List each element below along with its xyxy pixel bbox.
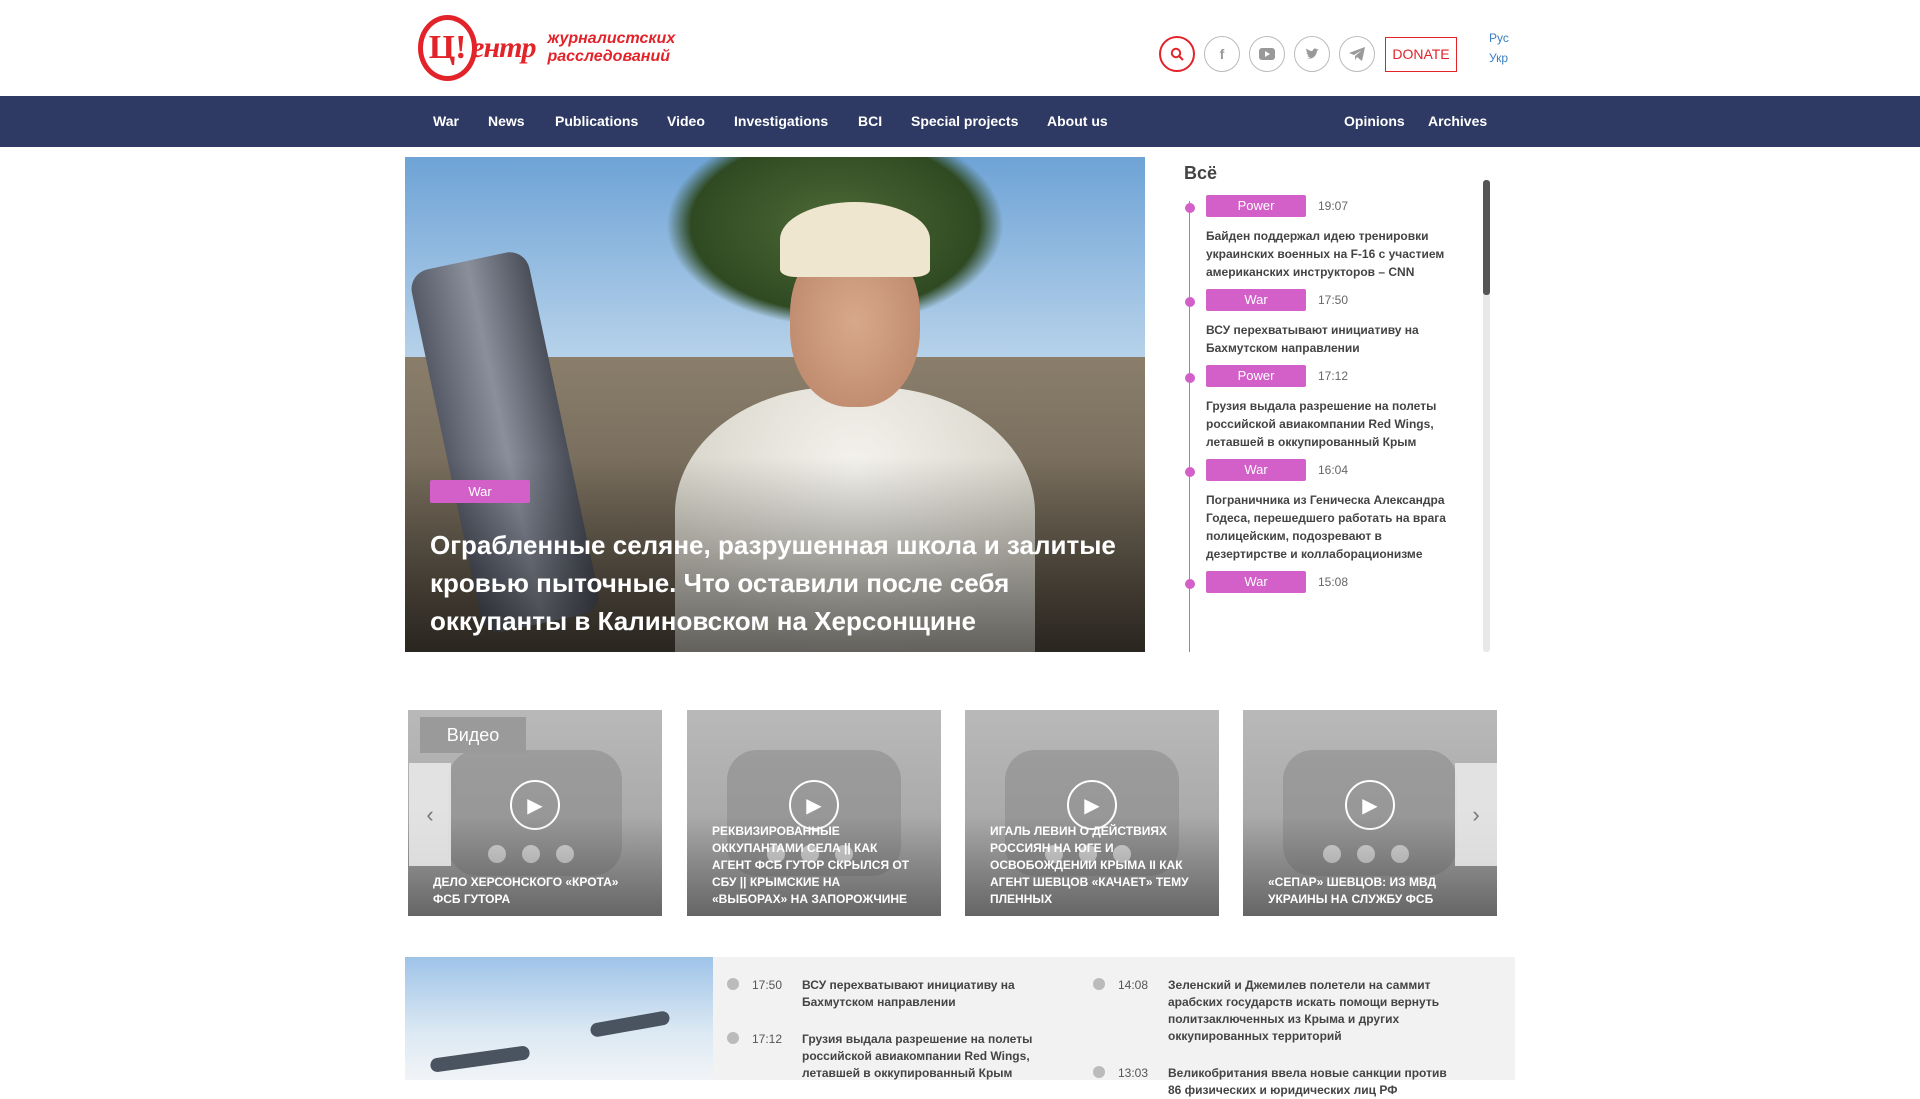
jet-shape bbox=[589, 1010, 671, 1038]
facebook-icon[interactable]: f bbox=[1204, 36, 1240, 72]
language-switcher: Рус Укр bbox=[1489, 28, 1509, 68]
feed-item[interactable]: War 17:50 ВСУ перехватывают инициативу на… bbox=[1183, 289, 1473, 357]
feed-time: 16:04 bbox=[1318, 463, 1349, 477]
nav-investigations[interactable]: Investigations bbox=[734, 96, 828, 147]
feed-time: 15:08 bbox=[1318, 575, 1349, 589]
timeline-dot bbox=[1185, 579, 1195, 589]
carousel-prev-arrow-icon[interactable]: ‹ bbox=[409, 763, 451, 866]
bottom-headline[interactable]: Великобритания ввела новые санкции проти… bbox=[1168, 1065, 1453, 1099]
clock-icon bbox=[1093, 978, 1105, 990]
feed-list: Power 19:07 Байден поддержал идею трениро… bbox=[1183, 195, 1473, 603]
timeline-dot bbox=[1185, 373, 1195, 383]
news-feed: Всё Power 19:07 Байден поддержал идею тре… bbox=[1183, 157, 1492, 652]
bottom-news-item[interactable]: 17:50 ВСУ перехватывают инициативу на Ба… bbox=[727, 977, 1087, 1011]
feed-item[interactable]: War 15:08 bbox=[1183, 571, 1473, 593]
timeline-dot bbox=[1185, 467, 1195, 477]
feed-time: 17:50 bbox=[1318, 293, 1349, 307]
feed-item[interactable]: War 16:04 Пограничника из Геническа Алекс… bbox=[1183, 459, 1473, 563]
site-header: Ц! ентр журналистских расследований f DO… bbox=[0, 0, 1920, 96]
bottom-image-jets[interactable] bbox=[405, 957, 713, 1080]
search-icon[interactable] bbox=[1159, 36, 1195, 72]
nav-publications[interactable]: Publications bbox=[555, 96, 638, 147]
bottom-column-1: 17:50 ВСУ перехватывают инициативу на Ба… bbox=[727, 957, 1087, 1082]
nav-archives[interactable]: Archives bbox=[1428, 96, 1487, 147]
video-title[interactable]: «Сепар» Шевцов: из МВД Украины на службу… bbox=[1268, 874, 1473, 908]
clock-icon bbox=[727, 1032, 739, 1044]
feed-scrollbar-thumb[interactable] bbox=[1483, 180, 1490, 295]
bottom-headline[interactable]: Грузия выдала разрешение на полеты росси… bbox=[802, 1031, 1087, 1082]
logo-subtitle: журналистских расследований bbox=[547, 30, 676, 65]
header-icons: f DONATE bbox=[1159, 36, 1457, 72]
feed-headline[interactable]: Грузия выдала разрешение на полеты росси… bbox=[1206, 397, 1451, 451]
logo-mark: Ц! bbox=[418, 15, 478, 81]
nav-video[interactable]: Video bbox=[667, 96, 705, 147]
nav-bci[interactable]: BCI bbox=[858, 96, 882, 147]
bottom-news-item[interactable]: 14:08 Зеленский и Джемилев полетели на с… bbox=[1093, 977, 1453, 1045]
hero-title[interactable]: Ограбленные селяне, разрушенная школа и … bbox=[430, 526, 1130, 640]
bottom-time: 13:03 bbox=[1118, 1066, 1149, 1080]
video-section-label: Видео bbox=[420, 717, 526, 753]
bottom-news-item[interactable]: 17:12 Грузия выдала разрешение на полеты… bbox=[727, 1031, 1087, 1082]
video-carousel: ▶ Дело херсонского «крота» ФСБ Гутора Ви… bbox=[408, 710, 1498, 916]
hero-article[interactable]: War Ограбленные селяне, разрушенная школ… bbox=[405, 157, 1145, 652]
bottom-time: 17:12 bbox=[752, 1032, 783, 1046]
site-logo[interactable]: Ц! ентр журналистских расследований bbox=[418, 12, 798, 84]
video-title[interactable]: Игаль Левин о действиях россиян на юге и… bbox=[990, 823, 1195, 908]
hero-image-cap bbox=[780, 202, 930, 277]
nav-news[interactable]: News bbox=[488, 96, 525, 147]
feed-title: Всё bbox=[1184, 163, 1218, 183]
nav-special-projects[interactable]: Special projects bbox=[911, 96, 1018, 147]
feed-headline[interactable]: ВСУ перехватывают инициативу на Бахмутск… bbox=[1206, 321, 1451, 357]
logo-word: ентр bbox=[471, 31, 536, 64]
bottom-headline[interactable]: Зеленский и Джемилев полетели на саммит … bbox=[1168, 977, 1453, 1045]
feed-headline[interactable]: Байден поддержал идею тренировки украинс… bbox=[1206, 227, 1451, 281]
nav-war[interactable]: War bbox=[433, 96, 459, 147]
hero-tag[interactable]: War bbox=[430, 480, 530, 503]
video-card[interactable]: ▶ Реквизированные оккупантами села || ка… bbox=[687, 710, 941, 916]
video-title[interactable]: Реквизированные оккупантами села || как … bbox=[712, 823, 917, 908]
nav-about-us[interactable]: About us bbox=[1047, 96, 1108, 147]
feed-tag[interactable]: War bbox=[1206, 289, 1306, 311]
feed-time: 17:12 bbox=[1318, 369, 1349, 383]
feed-tag[interactable]: War bbox=[1206, 459, 1306, 481]
bottom-column-2: 14:08 Зеленский и Джемилев полетели на с… bbox=[1093, 957, 1453, 1099]
bottom-news-item[interactable]: 13:03 Великобритания ввела новые санкции… bbox=[1093, 1065, 1453, 1099]
feed-tag[interactable]: War bbox=[1206, 571, 1306, 593]
timeline-dot bbox=[1185, 297, 1195, 307]
clock-icon bbox=[1093, 1066, 1105, 1078]
feed-item[interactable]: Power 19:07 Байден поддержал идею трениро… bbox=[1183, 195, 1473, 281]
feed-tag[interactable]: Power bbox=[1206, 195, 1306, 217]
youtube-icon[interactable] bbox=[1249, 36, 1285, 72]
lang-ru[interactable]: Рус bbox=[1489, 28, 1509, 48]
bottom-news-block: 17:50 ВСУ перехватывают инициативу на Ба… bbox=[405, 957, 1515, 1097]
telegram-icon[interactable] bbox=[1339, 36, 1375, 72]
bottom-time: 14:08 bbox=[1118, 978, 1149, 992]
lang-uk[interactable]: Укр bbox=[1489, 48, 1509, 68]
bottom-time: 17:50 bbox=[752, 978, 783, 992]
video-title[interactable]: Дело херсонского «крота» ФСБ Гутора bbox=[433, 874, 638, 908]
clock-icon bbox=[727, 978, 739, 990]
feed-time: 19:07 bbox=[1318, 199, 1349, 213]
donate-button[interactable]: DONATE bbox=[1385, 36, 1457, 72]
feed-headline[interactable]: Пограничника из Геническа Александра Год… bbox=[1206, 491, 1451, 563]
video-card[interactable]: ▶ Игаль Левин о действиях россиян на юге… bbox=[965, 710, 1219, 916]
bottom-headline[interactable]: ВСУ перехватывают инициативу на Бахмутск… bbox=[802, 977, 1087, 1011]
twitter-icon[interactable] bbox=[1294, 36, 1330, 72]
feed-item[interactable]: Power 17:12 Грузия выдала разрешение на п… bbox=[1183, 365, 1473, 451]
timeline-dot bbox=[1185, 203, 1195, 213]
main-nav: War News Publications Video Investigatio… bbox=[0, 96, 1920, 147]
feed-tag[interactable]: Power bbox=[1206, 365, 1306, 387]
nav-opinions[interactable]: Opinions bbox=[1344, 96, 1405, 147]
carousel-next-arrow-icon[interactable]: › bbox=[1455, 763, 1497, 866]
jet-shape bbox=[429, 1045, 531, 1073]
